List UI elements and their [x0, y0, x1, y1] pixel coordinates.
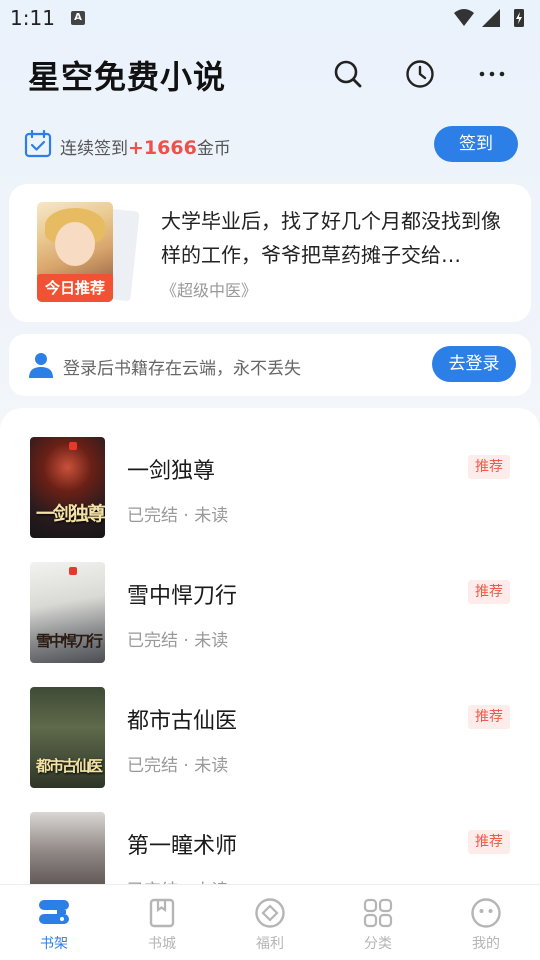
tab-label: 分类: [364, 936, 392, 952]
more-button[interactable]: [474, 56, 510, 92]
login-hint: 登录后书籍存在云端，永不丢失: [63, 359, 301, 379]
book-cover: 一剑独尊: [30, 437, 105, 538]
recommend-description: 大学毕业后，找了好几个月都没找到像样的工作，爷爷把草药摊子交给…: [161, 209, 501, 267]
cover-title: 一剑独尊: [36, 503, 105, 525]
book-item[interactable]: 第一瞳术师 已完结 · 未读 推荐: [0, 812, 540, 884]
search-button[interactable]: [330, 56, 366, 92]
smile-face-icon: [471, 898, 501, 928]
clock-icon: [406, 60, 434, 88]
recommend-tag: 推荐: [468, 580, 510, 604]
book-title: 第一瞳术师: [127, 834, 238, 859]
recommend-tag: 推荐: [468, 705, 510, 729]
app-title: 星空免费小说: [28, 58, 227, 96]
book-status: 已完结 · 未读: [127, 876, 228, 884]
bookshelf-list: 一剑独尊 一剑独尊 已完结 · 未读 推荐 雪中悍刀行 雪中悍刀行 已完结 · …: [0, 408, 540, 884]
grid-icon: [363, 898, 393, 928]
bottom-tab-bar: 书架 书城 福利 分类 我的: [0, 884, 540, 960]
checkin-bonus: +1666: [128, 137, 197, 159]
login-button[interactable]: 去登录: [432, 346, 516, 382]
tab-category[interactable]: 分类: [324, 885, 432, 960]
checkin-row: 连续签到+1666金币 签到: [24, 126, 518, 164]
tab-label: 书架: [40, 936, 68, 952]
recommend-book-title: 《超级中医》: [161, 281, 258, 300]
history-button[interactable]: [402, 56, 438, 92]
checkin-suffix: 金币: [196, 139, 231, 159]
checkin-button[interactable]: 签到: [434, 126, 518, 162]
user-icon: [29, 353, 53, 378]
book-status: 已完结 · 未读: [127, 631, 229, 651]
book-title: 一剑独尊: [127, 459, 216, 484]
wifi-icon: [454, 9, 474, 26]
recommend-badge: 今日推荐: [37, 274, 113, 302]
book-item[interactable]: 一剑独尊 一剑独尊 已完结 · 未读 推荐: [0, 437, 540, 547]
book-cover: 雪中悍刀行: [30, 562, 105, 663]
tab-welfare[interactable]: 福利: [216, 885, 324, 960]
book-title: 雪中悍刀行: [127, 584, 238, 609]
cover-title: 雪中悍刀行: [36, 632, 103, 650]
status-bar: 1:11 A: [0, 0, 540, 36]
login-bar: 登录后书籍存在云端，永不丢失 去登录: [9, 334, 531, 396]
more-icon: [479, 71, 505, 77]
cover-title: 都市古仙医: [36, 757, 103, 775]
tab-label: 我的: [472, 936, 500, 952]
tab-bookstore[interactable]: 书城: [108, 885, 216, 960]
book-status: 已完结 · 未读: [127, 756, 229, 776]
recommend-tag: 推荐: [468, 830, 510, 854]
tab-label: 福利: [256, 936, 284, 952]
search-icon: [334, 60, 362, 88]
status-icons: [454, 9, 524, 27]
book-item[interactable]: 雪中悍刀行 雪中悍刀行 已完结 · 未读 推荐: [0, 562, 540, 672]
checkin-text: 连续签到+1666金币: [60, 134, 231, 159]
notification-icon: A: [71, 11, 85, 25]
daily-recommend-card[interactable]: 今日推荐 大学毕业后，找了好几个月都没找到像样的工作，爷爷把草药摊子交给… 《超…: [9, 184, 531, 322]
book-item[interactable]: 都市古仙医 都市古仙医 已完结 · 未读 推荐: [0, 687, 540, 797]
book-cover: [30, 812, 105, 884]
checkin-prefix: 连续签到: [60, 139, 128, 159]
coin-icon: [255, 898, 285, 928]
calendar-icon: [24, 130, 52, 158]
recommend-tag: 推荐: [468, 455, 510, 479]
book-status: 已完结 · 未读: [127, 506, 229, 526]
bookshelf-icon: [39, 900, 69, 924]
book-icon: [149, 898, 175, 928]
tab-profile[interactable]: 我的: [432, 885, 540, 960]
book-cover: 都市古仙医: [30, 687, 105, 788]
status-time: 1:11: [10, 6, 55, 30]
tab-label: 书城: [148, 936, 176, 952]
book-title: 都市古仙医: [127, 709, 238, 734]
tab-bookshelf[interactable]: 书架: [0, 885, 108, 960]
signal-icon: [482, 9, 500, 27]
